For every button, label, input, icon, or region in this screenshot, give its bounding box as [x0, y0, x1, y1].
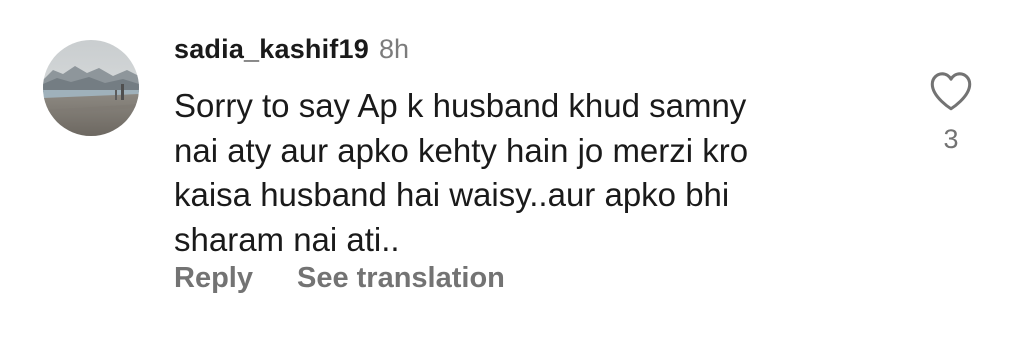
avatar-photo — [43, 40, 139, 136]
comment-header: sadia_kashif19 8h — [174, 34, 409, 70]
like-count: 3 — [943, 124, 959, 154]
comment-text-line: sharam nai ati.. — [174, 220, 400, 258]
comment-text: Sorry to say Ap k husband khud samny nai… — [174, 84, 874, 262]
comment-text-line: Sorry to say Ap k husband khud samny — [174, 87, 747, 124]
username[interactable]: sadia_kashif19 — [174, 34, 369, 65]
comment-item: sadia_kashif19 8h Sorry to say Ap k husb… — [0, 0, 1024, 340]
like-control: 3 — [924, 70, 978, 155]
comment-text-line: nai aty aur apko kehty hain jo merzi kro — [174, 131, 749, 169]
comment-actions: Reply See translation — [174, 262, 505, 295]
avatar[interactable] — [43, 40, 139, 136]
comment-text-line: kaisa husband hai waisy..aur apko bhi — [174, 176, 730, 213]
reply-button[interactable]: Reply — [174, 262, 253, 295]
see-translation-button[interactable]: See translation — [297, 262, 505, 295]
timestamp: 8h — [378, 34, 409, 64]
heart-outline-icon[interactable] — [928, 70, 974, 112]
